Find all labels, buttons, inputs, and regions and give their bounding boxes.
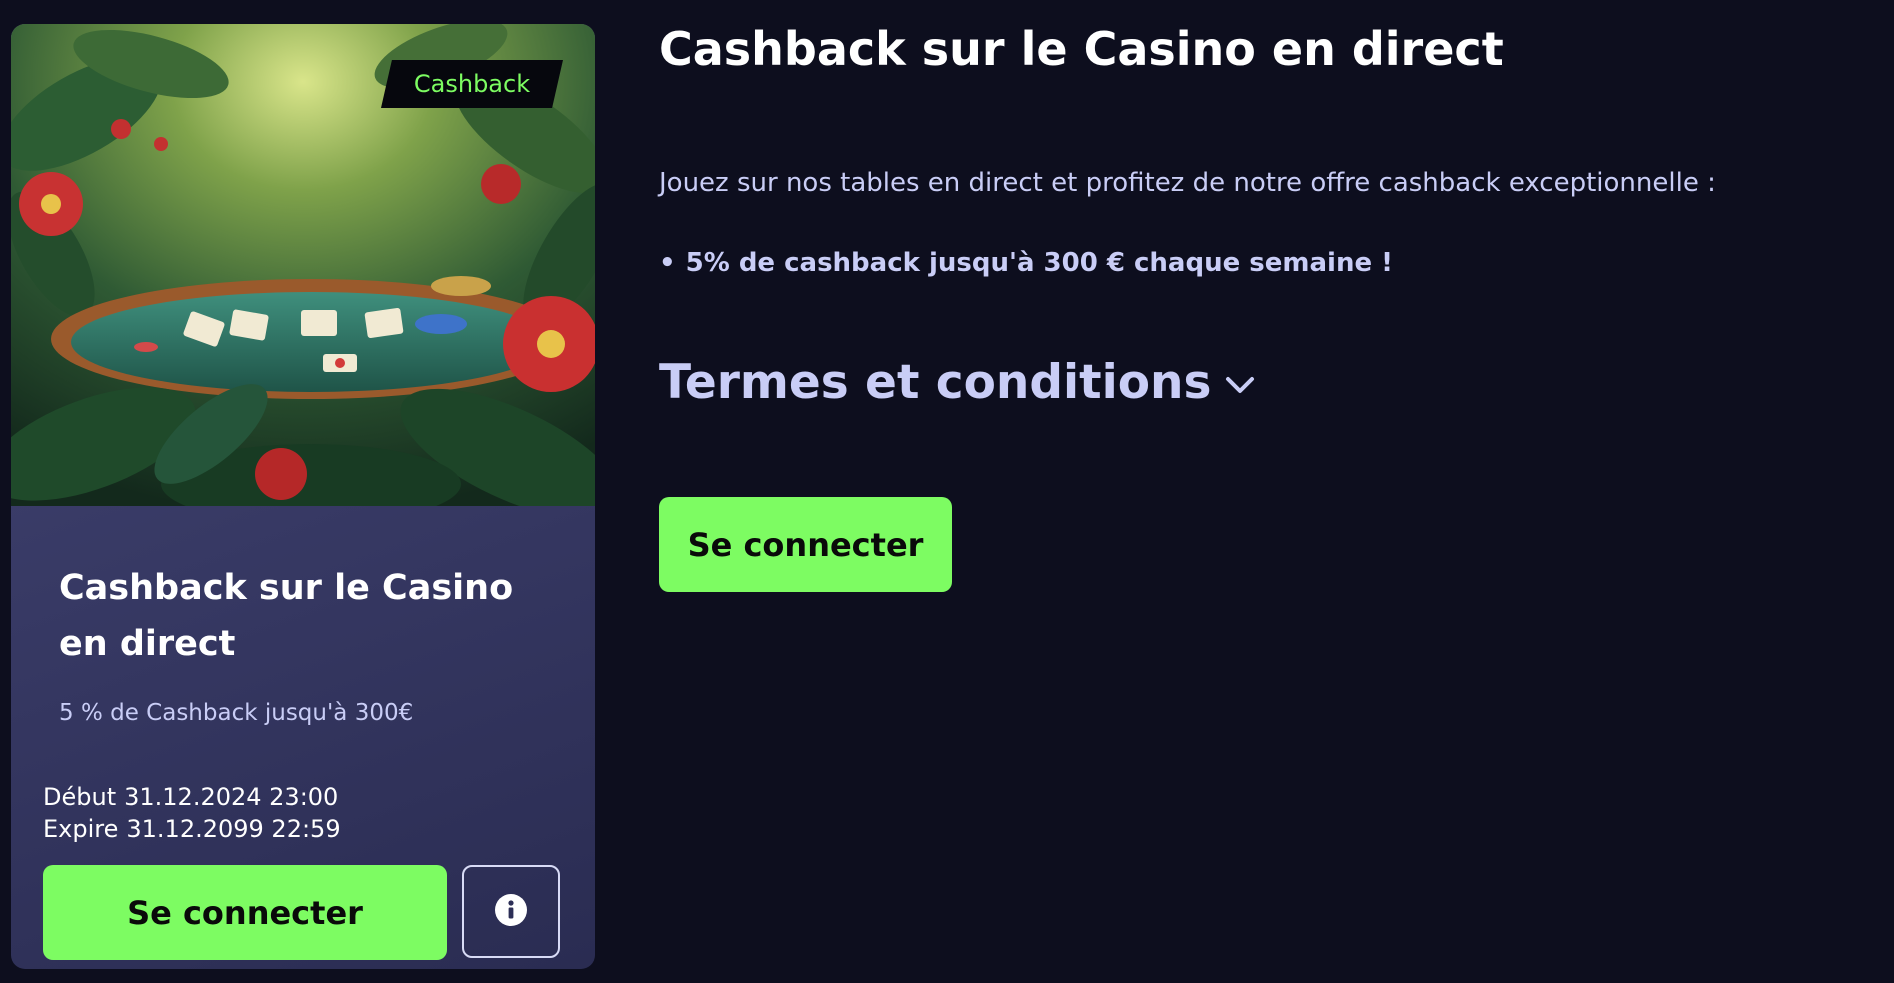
promotion-card: Cashback Cashback sur le Casino en direc… <box>11 24 595 969</box>
promo-intro: Jouez sur nos tables en direct et profit… <box>659 168 1716 198</box>
card-login-button[interactable]: Se connecter <box>43 865 447 960</box>
card-subtitle: 5 % de Cashback jusqu'à 300€ <box>59 700 414 726</box>
promotion-image: Cashback <box>11 24 595 506</box>
end-date-value: 31.12.2099 22:59 <box>126 815 341 843</box>
promotion-page: Cashback Cashback sur le Casino en direc… <box>0 0 1894 983</box>
info-button[interactable] <box>462 865 560 958</box>
start-date-value: 31.12.2024 23:00 <box>124 783 339 811</box>
terms-label: Termes et conditions <box>659 355 1212 410</box>
chevron-down-icon <box>1225 375 1255 399</box>
page-title: Cashback sur le Casino en direct <box>659 22 1504 76</box>
card-body: Cashback sur le Casino en direct 5 % de … <box>11 530 595 969</box>
start-date-line: Début 31.12.2024 23:00 <box>43 783 338 811</box>
info-icon <box>494 893 528 930</box>
main-login-button[interactable]: Se connecter <box>659 497 952 592</box>
terms-toggle[interactable]: Termes et conditions <box>659 355 1255 410</box>
cashback-badge: Cashback <box>381 60 563 108</box>
promo-bullet: • 5% de cashback jusqu'à 300 € chaque sem… <box>659 248 1393 278</box>
card-title: Cashback sur le Casino en direct <box>59 568 514 664</box>
bullet-text: 5% de cashback jusqu'à 300 € chaque sema… <box>685 248 1393 278</box>
start-date-label: Début <box>43 783 117 811</box>
end-date-line: Expire 31.12.2099 22:59 <box>43 815 341 843</box>
bullet-dot: • <box>659 248 676 278</box>
end-date-label: Expire <box>43 815 119 843</box>
